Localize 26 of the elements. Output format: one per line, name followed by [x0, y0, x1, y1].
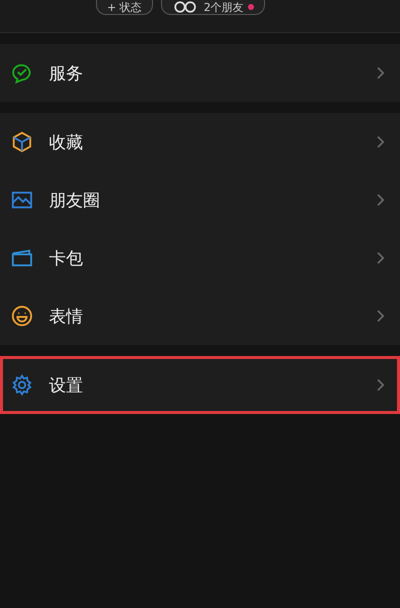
chat-check-icon [11, 62, 33, 84]
chevron-icon [376, 135, 385, 149]
menu-item[interactable]: 朋友圈 [0, 171, 400, 229]
menu-item[interactable]: 设置 [0, 356, 400, 414]
picture-icon [11, 189, 33, 211]
menu-item[interactable]: 卡包 [0, 229, 400, 287]
menu-item[interactable]: 服务 [0, 44, 400, 102]
card-icon [11, 247, 33, 269]
menu-item-label: 卡包 [49, 248, 84, 270]
menu-item[interactable]: 收藏 [0, 113, 400, 171]
menu-item-label: 表情 [49, 306, 84, 328]
menu-item-label: 收藏 [49, 132, 84, 154]
cube-icon [11, 131, 33, 153]
chevron-icon [376, 309, 385, 323]
menu-item-label: 设置 [49, 374, 84, 396]
smiley-icon [11, 305, 33, 327]
menu-item-label: 朋友圈 [49, 190, 101, 212]
menu-item[interactable]: 表情 [0, 287, 400, 345]
chevron-icon [376, 251, 385, 265]
status-button[interactable]: + 状态 [96, 0, 153, 15]
chevron-icon [376, 193, 385, 207]
settings-icon [11, 374, 33, 396]
friends-button[interactable]: 2个朋友 [160, 0, 265, 15]
chevron-icon [376, 66, 385, 80]
chevron-icon [376, 378, 385, 392]
menu-item-label: 服务 [49, 62, 84, 84]
